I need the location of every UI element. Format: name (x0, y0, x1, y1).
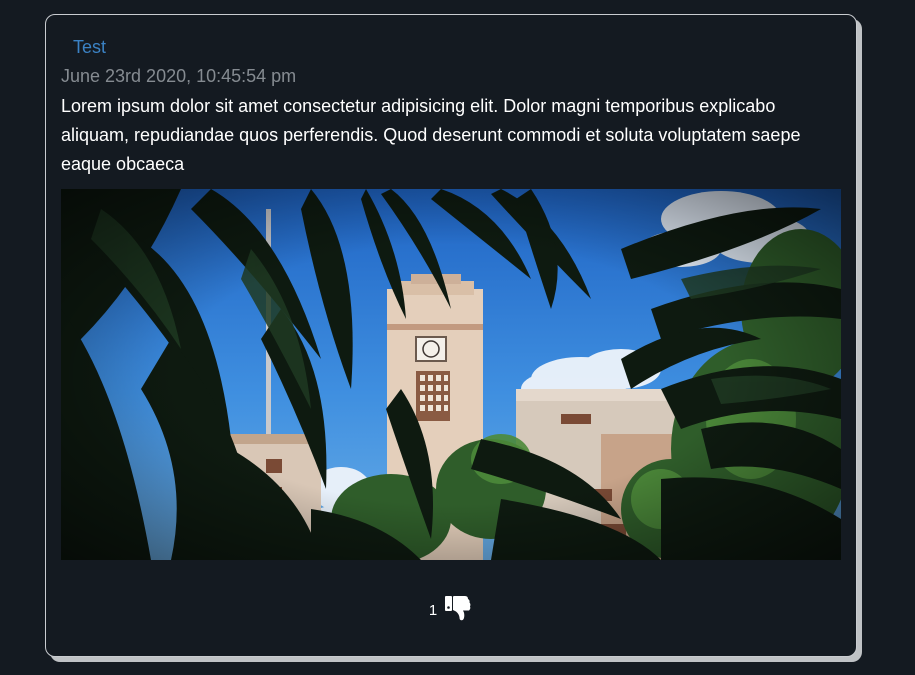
reactions-bar: 1 (46, 593, 856, 623)
dislike-count: 1 (428, 602, 438, 619)
post-author-link[interactable]: Test (73, 37, 106, 58)
post-card: Test June 23rd 2020, 10:45:54 pm Lorem i… (45, 14, 857, 657)
post-timestamp: June 23rd 2020, 10:45:54 pm (61, 66, 297, 86)
post-body-text: Lorem ipsum dolor sit amet consectetur a… (61, 96, 801, 174)
dislike-button[interactable] (443, 593, 473, 623)
post-image (61, 189, 841, 560)
thumbs-down-icon (445, 596, 471, 621)
